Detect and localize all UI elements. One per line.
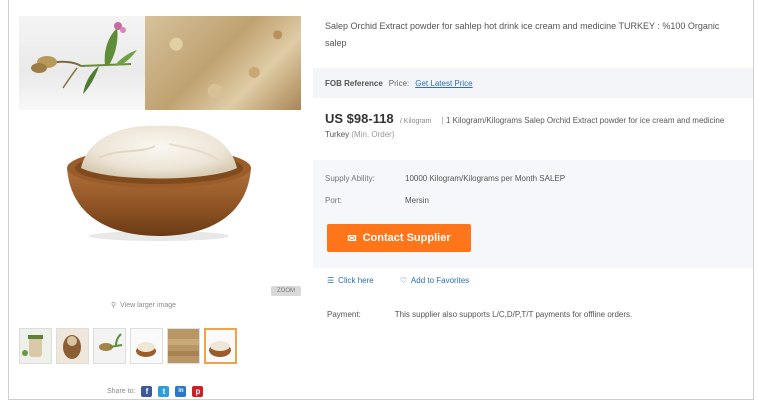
payment-value: This supplier also supports L/C,D/P,T/T … [394,310,633,319]
thumbnail-2[interactable] [56,328,89,364]
payment-row: Payment: This supplier also supports L/C… [327,310,632,319]
thumbnail-6-selected[interactable] [204,328,237,364]
thumbnail-4[interactable] [130,328,163,364]
supply-ability-value: 10000 Kilogram/Kilograms per Month SALEP [405,174,566,183]
port-label: Port: [325,196,342,205]
magnifier-icon: ⚲ [111,302,117,309]
chat-icon: ☰ [327,276,335,285]
price-row: US $98-118 / Kilogram | 1 Kilogram/Kilog… [325,112,745,141]
contact-supplier-button[interactable]: ✉ Contact Supplier [327,224,471,252]
product-page-frame: ZOOM ⚲ View larger image Share to: f t i… [8,0,754,400]
thumbnail-1[interactable] [19,328,52,364]
chat-link-label: Click here [338,276,374,285]
add-to-favorites-link[interactable]: ♡ Add to Favorites [400,276,469,285]
view-larger-label: View larger image [120,301,177,309]
port-row: Port: Mersin [325,196,429,205]
chat-link[interactable]: ☰ Click here [327,276,374,285]
supply-ability-row: Supply Ability: 10000 Kilogram/Kilograms… [325,174,565,183]
thumbnail-strip [19,326,237,366]
facebook-icon[interactable]: f [141,386,153,397]
fob-reference-label: FOB Reference [325,78,383,88]
thumbnail-5[interactable] [167,328,200,364]
main-product-image[interactable]: ZOOM [19,16,301,296]
reference-price-bar: FOB Reference Price: Get Latest Price [313,68,753,98]
price-label: Price: [388,78,410,88]
product-details: Salep Orchid Extract powder for sahlep h… [313,0,753,400]
linkedin-icon[interactable]: in [175,386,187,397]
view-larger-image-link[interactable]: ⚲ View larger image [111,301,177,310]
zoom-badge: ZOOM [271,286,301,296]
supply-ability-label: Supply Ability: [325,174,375,183]
action-links: ☰ Click here ♡ Add to Favorites [327,276,469,285]
favorites-label: Add to Favorites [410,276,470,285]
get-latest-price-link[interactable]: Get Latest Price [415,79,472,88]
dried-root-texture-photo [145,16,301,110]
contact-supplier-label: Contact Supplier [362,232,451,244]
wooden-bowl-illustration [67,125,251,241]
price-range: US $98-118 [325,111,394,126]
payment-label: Payment: [327,310,361,319]
share-row: Share to: f t in p [107,386,204,397]
product-title: Salep Orchid Extract powder for sahlep h… [325,21,720,48]
product-gallery: ZOOM ⚲ View larger image Share to: f t i… [19,16,301,397]
heart-icon: ♡ [399,276,407,285]
price-unit: / Kilogram [399,118,432,125]
mail-icon: ✉ [347,232,357,245]
thumbnail-3[interactable] [93,328,126,364]
share-label: Share to: [107,388,136,395]
min-order-suffix: (Min. Order) [351,130,395,139]
port-value: Mersin [405,196,430,205]
twitter-icon[interactable]: t [158,386,170,397]
orchid-plant-photo [19,16,145,110]
price-separator: | [441,116,444,125]
pinterest-icon[interactable]: p [192,386,204,397]
